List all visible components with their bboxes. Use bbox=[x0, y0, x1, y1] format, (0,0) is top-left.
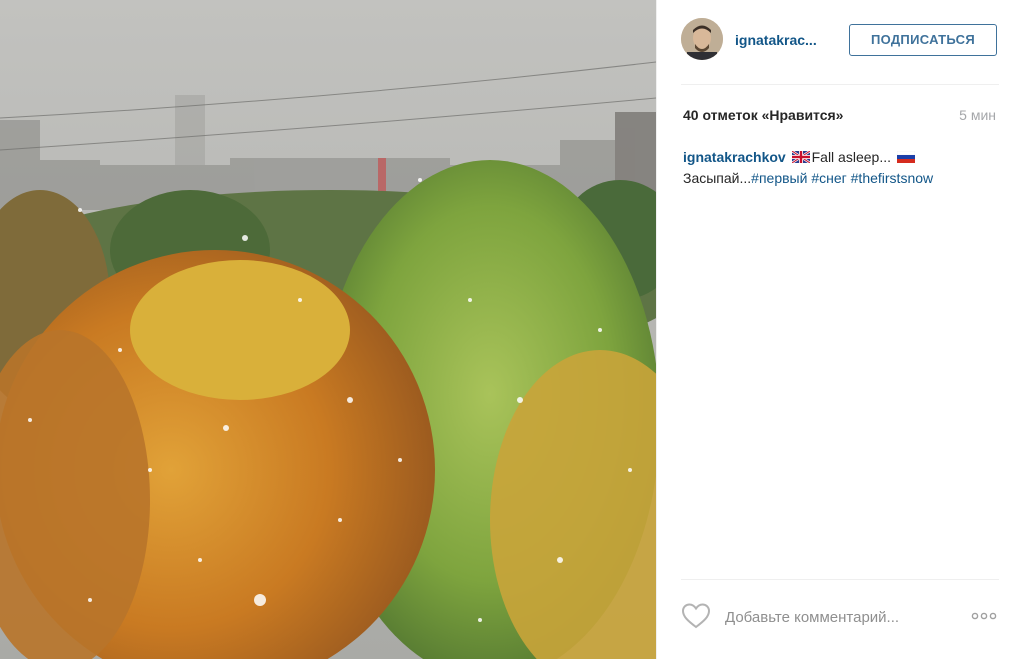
flag-ru-icon bbox=[896, 151, 915, 163]
follow-button[interactable]: ПОДПИСАТЬСЯ bbox=[849, 24, 997, 56]
flag-uk-icon bbox=[791, 151, 810, 163]
post-photo[interactable] bbox=[0, 0, 656, 659]
autumn-snow-image bbox=[0, 0, 656, 659]
more-options-icon[interactable] bbox=[971, 608, 997, 624]
post-caption: ignatakrachkov Fall asleep... Засыпай...… bbox=[683, 147, 999, 189]
caption-username[interactable]: ignatakrachkov bbox=[683, 149, 786, 165]
hashtag-link[interactable]: #первый bbox=[751, 170, 807, 186]
avatar[interactable] bbox=[681, 18, 723, 60]
heart-outline-icon[interactable] bbox=[681, 602, 711, 630]
post-header: ignatakrac... ПОДПИСАТЬСЯ bbox=[681, 18, 1003, 64]
hashtag-link[interactable]: #снег bbox=[811, 170, 846, 186]
instagram-post: ignatakrac... ПОДПИСАТЬСЯ 40 отметок «Нр… bbox=[0, 0, 1024, 659]
comment-input[interactable] bbox=[725, 604, 961, 630]
caption-text-ru: Засыпай... bbox=[683, 170, 752, 186]
author-username[interactable]: ignatakrac... bbox=[735, 32, 845, 48]
divider bbox=[681, 579, 999, 580]
caption-text-en: Fall asleep... bbox=[811, 149, 891, 165]
likes-count[interactable]: 40 отметок «Нравится» bbox=[683, 107, 843, 123]
post-sidebar: ignatakrac... ПОДПИСАТЬСЯ 40 отметок «Нр… bbox=[656, 0, 1024, 659]
post-time[interactable]: 5 мин bbox=[959, 107, 996, 123]
comment-bar bbox=[681, 600, 1003, 634]
avatar-image bbox=[681, 18, 723, 60]
hashtag-link[interactable]: #thefirstsnow bbox=[851, 170, 933, 186]
divider bbox=[681, 84, 999, 85]
